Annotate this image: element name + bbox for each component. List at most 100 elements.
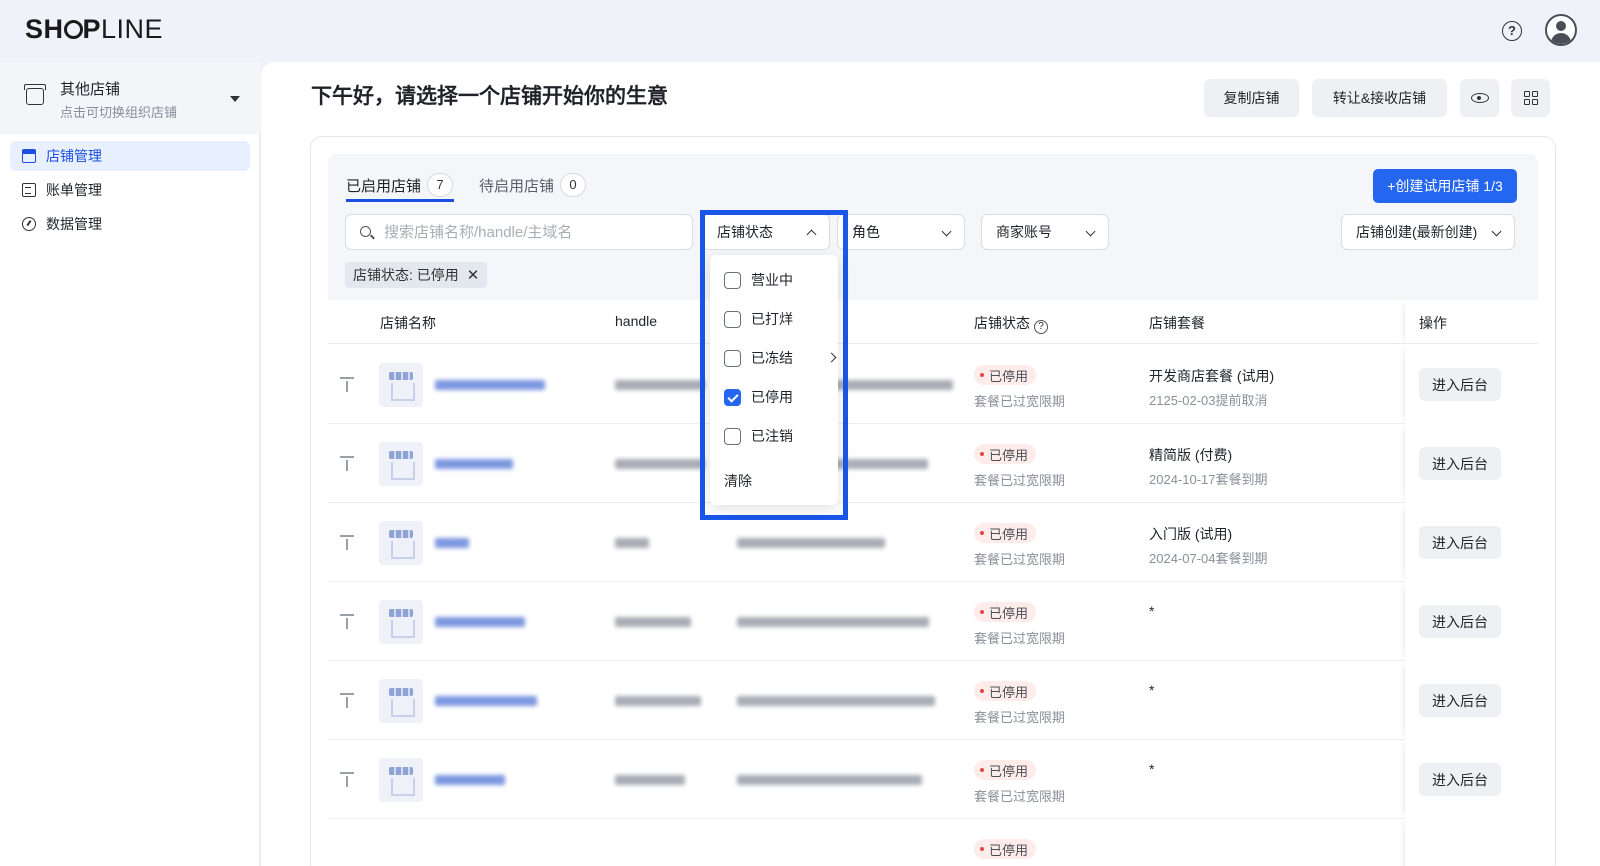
org-name: 其他店铺 bbox=[60, 81, 121, 98]
clear-filter-link[interactable]: 清除 bbox=[724, 471, 752, 491]
transfer-store-button[interactable]: 转让&接收店铺 bbox=[1312, 79, 1447, 117]
plan-name: 精简版 (付费) bbox=[1149, 447, 1233, 463]
sort-label: 店铺创建(最新创建) bbox=[1356, 224, 1478, 240]
pin-to-top-icon[interactable] bbox=[340, 535, 354, 550]
store-name-redacted[interactable] bbox=[435, 617, 525, 627]
role-filter-label: 角色 bbox=[852, 224, 880, 240]
pin-to-top-icon[interactable] bbox=[340, 772, 354, 787]
table-row: 已停用 套餐已过宽限期 入门版 (试用) 2024-07-04套餐到期 进入后台 bbox=[328, 503, 1538, 582]
tab-enabled-stores[interactable]: 已启用店铺 7 bbox=[346, 170, 454, 200]
handle-redacted bbox=[615, 459, 705, 469]
question-circle-icon[interactable]: ? bbox=[1034, 320, 1048, 334]
option-label: 已注销 bbox=[751, 428, 793, 444]
plan-subtext: 2125-02-03提前取消 bbox=[1149, 393, 1268, 408]
enter-admin-button[interactable]: 进入后台 bbox=[1419, 763, 1501, 796]
pin-to-top-icon[interactable] bbox=[340, 456, 354, 471]
checkbox-checked[interactable] bbox=[724, 388, 741, 406]
handle-redacted bbox=[615, 617, 691, 627]
status-subtext: 套餐已过宽限期 bbox=[974, 552, 1066, 567]
store-name-redacted[interactable] bbox=[435, 775, 505, 785]
checkbox[interactable] bbox=[724, 427, 741, 445]
eye-icon bbox=[1470, 93, 1489, 103]
search-box bbox=[345, 214, 693, 250]
enter-admin-button[interactable]: 进入后台 bbox=[1419, 684, 1501, 717]
pin-to-top-icon[interactable] bbox=[340, 693, 354, 708]
active-filter-tag: 店铺状态: 已停用 ✕ bbox=[345, 262, 488, 288]
search-input[interactable] bbox=[384, 221, 684, 243]
status-option-open[interactable]: 营业中 bbox=[724, 268, 793, 292]
layout-toggle-button[interactable] bbox=[1511, 79, 1550, 117]
table-header: 店铺名称 handle 店铺状态? 店铺套餐 操作 bbox=[328, 300, 1538, 344]
status-badge: 已停用 bbox=[974, 365, 1037, 385]
sidebar-item-store-management[interactable]: 店铺管理 bbox=[10, 141, 250, 171]
checkbox[interactable] bbox=[724, 271, 741, 289]
plan-subtext: 2024-07-04套餐到期 bbox=[1149, 551, 1268, 566]
enter-admin-button[interactable]: 进入后台 bbox=[1419, 605, 1501, 638]
store-thumbnail bbox=[379, 758, 423, 802]
filter-tag-label: 店铺状态: 已停用 bbox=[353, 267, 459, 283]
status-filter-dropdown: 营业中 已打烊 已冻结 已停用 已注销 清除 bbox=[710, 255, 838, 505]
tab-count-badge: 7 bbox=[427, 173, 454, 197]
store-thumbnail bbox=[379, 679, 423, 723]
sort-select[interactable]: 店铺创建(最新创建) bbox=[1341, 214, 1515, 250]
org-switcher[interactable]: 其他店铺 点击可切换组织店铺 bbox=[0, 62, 260, 134]
tab-label: 待启用店铺 bbox=[479, 177, 555, 195]
status-subtext: 套餐已过宽限期 bbox=[974, 710, 1066, 725]
question-circle-icon[interactable]: ? bbox=[1502, 21, 1522, 41]
store-name-redacted[interactable] bbox=[435, 459, 513, 469]
column-header-name: 店铺名称 bbox=[380, 315, 436, 331]
table-row: 已停用 套餐已过宽限期 * 进入后台 bbox=[328, 661, 1538, 740]
org-subtitle: 点击可切换组织店铺 bbox=[60, 105, 178, 120]
store-name-redacted[interactable] bbox=[435, 538, 469, 548]
enter-admin-button[interactable]: 进入后台 bbox=[1419, 368, 1501, 401]
domain-redacted bbox=[737, 775, 922, 785]
copy-store-button[interactable]: 复制店铺 bbox=[1204, 79, 1299, 117]
close-icon[interactable]: ✕ bbox=[467, 266, 480, 284]
chevron-down-icon bbox=[1491, 226, 1502, 237]
status-subtext: 套餐已过宽限期 bbox=[974, 473, 1066, 488]
store-name-redacted[interactable] bbox=[435, 696, 537, 706]
pin-to-top-icon[interactable] bbox=[340, 614, 354, 629]
tab-count-badge: 0 bbox=[560, 173, 587, 197]
role-filter-select[interactable]: 角色 bbox=[837, 214, 965, 250]
table-row: 已停用 套餐已过宽限期 开发商店套餐 (试用) 2125-02-03提前取消 进… bbox=[328, 345, 1538, 424]
sidebar-item-label: 账单管理 bbox=[46, 182, 102, 198]
chevron-down-icon bbox=[1085, 226, 1096, 237]
column-header-handle: handle bbox=[615, 313, 658, 329]
action-cell: 进入后台 bbox=[1405, 582, 1538, 661]
pin-to-top-icon[interactable] bbox=[340, 377, 354, 392]
top-bar: SH PLINE ? bbox=[0, 0, 1600, 62]
option-label: 已打烊 bbox=[751, 311, 793, 327]
sidebar-item-data[interactable]: 数据管理 bbox=[10, 209, 250, 239]
status-badge: 已停用 bbox=[974, 444, 1037, 464]
tab-pending-stores[interactable]: 待启用店铺 0 bbox=[479, 170, 587, 200]
shopline-logo[interactable]: SH PLINE bbox=[25, 14, 163, 45]
action-cell: 进入后台 bbox=[1405, 503, 1538, 582]
user-avatar-icon[interactable] bbox=[1545, 14, 1577, 46]
option-label: 已停用 bbox=[751, 389, 793, 405]
plan-name: 开发商店套餐 (试用) bbox=[1149, 368, 1275, 384]
status-option-closed[interactable]: 已打烊 bbox=[724, 307, 793, 331]
merchant-filter-select[interactable]: 商家账号 bbox=[981, 214, 1109, 250]
status-option-disabled[interactable]: 已停用 bbox=[724, 385, 793, 409]
sidebar-item-label: 数据管理 bbox=[46, 216, 102, 232]
store-name-redacted[interactable] bbox=[435, 380, 545, 390]
column-header-plan: 店铺套餐 bbox=[1149, 315, 1205, 331]
checkbox[interactable] bbox=[724, 349, 741, 367]
status-option-frozen[interactable]: 已冻结 bbox=[724, 346, 837, 370]
search-icon bbox=[360, 226, 371, 237]
sidebar-item-billing[interactable]: 账单管理 bbox=[10, 175, 250, 205]
table-row: 已停用 bbox=[328, 819, 1538, 866]
domain-redacted bbox=[737, 617, 929, 627]
action-cell: 进入后台 bbox=[1405, 424, 1538, 503]
enter-admin-button[interactable]: 进入后台 bbox=[1419, 526, 1501, 559]
create-trial-store-button[interactable]: +创建试用店铺 1/3 bbox=[1373, 169, 1517, 203]
status-subtext: 套餐已过宽限期 bbox=[974, 631, 1066, 646]
checkbox[interactable] bbox=[724, 310, 741, 328]
visibility-toggle-button[interactable] bbox=[1460, 79, 1499, 117]
status-subtext: 套餐已过宽限期 bbox=[974, 789, 1066, 804]
status-option-cancelled[interactable]: 已注销 bbox=[724, 424, 793, 448]
enter-admin-button[interactable]: 进入后台 bbox=[1419, 447, 1501, 480]
domain-redacted bbox=[737, 538, 885, 548]
store-icon bbox=[22, 149, 36, 163]
